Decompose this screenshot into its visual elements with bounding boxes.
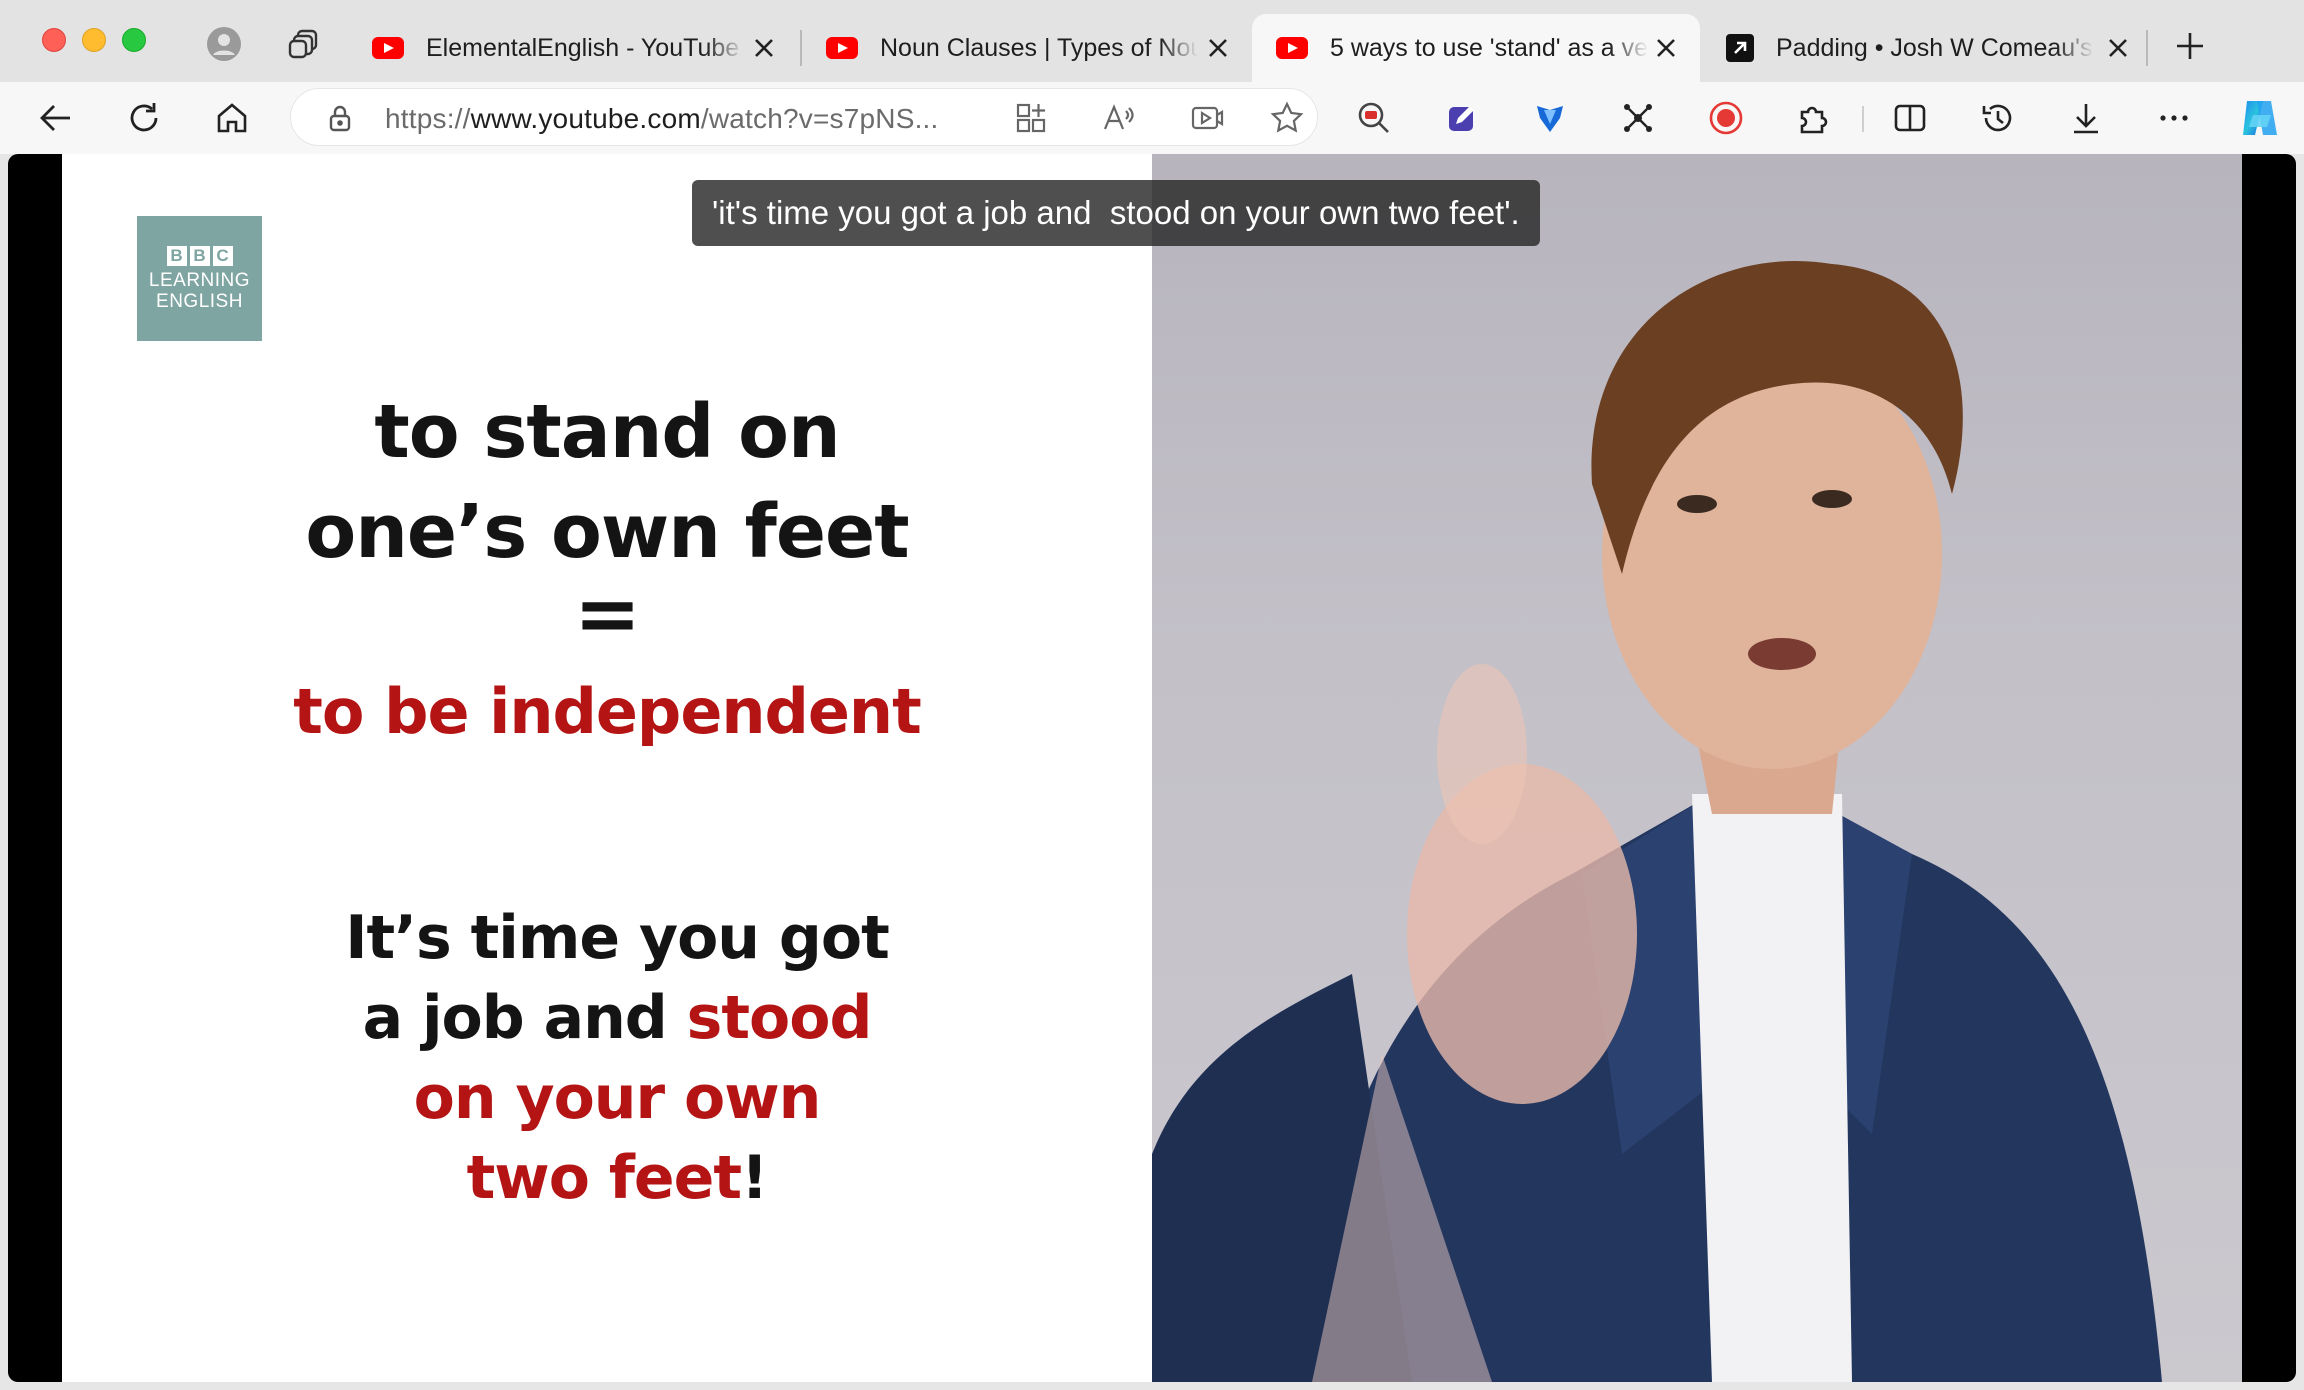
home-icon[interactable] [208, 94, 256, 142]
reload-icon[interactable] [120, 94, 168, 142]
example-punctuation: ! [741, 1143, 768, 1213]
apps-icon[interactable] [1011, 98, 1051, 138]
arrow-link-icon [1726, 34, 1754, 62]
tab-stand-verb[interactable]: 5 ways to use 'stand' as a verb [1252, 14, 1700, 82]
tab-elementalenglish[interactable]: ElementalEnglish - YouTube [348, 14, 798, 82]
closed-caption: 'it's time you got a job and stood on yo… [692, 180, 1540, 246]
window-zoom-button[interactable] [122, 28, 146, 52]
favorite-star-icon[interactable] [1267, 98, 1307, 138]
idiom-phrase: to stand on one’s own feet [62, 382, 1152, 582]
close-tab-icon[interactable] [2104, 34, 2132, 62]
new-tab-button[interactable] [2168, 24, 2212, 68]
close-tab-icon[interactable] [1204, 34, 1232, 62]
downloads-icon[interactable] [2062, 94, 2110, 142]
close-tab-icon[interactable] [1652, 34, 1680, 62]
example-highlight: stood [686, 983, 873, 1053]
idiom-meaning: to be independent [293, 675, 921, 748]
video-icon[interactable] [1187, 98, 1227, 138]
close-tab-icon[interactable] [750, 34, 778, 62]
tab-noun-clauses[interactable]: Noun Clauses | Types of Noun Clauses [802, 14, 1252, 82]
workspaces-icon[interactable] [284, 24, 324, 64]
window-close-button[interactable] [42, 28, 66, 52]
youtube-icon [826, 37, 858, 59]
more-icon[interactable] [2150, 94, 2198, 142]
tab-separator [2146, 30, 2148, 66]
logo-line-1: LEARNING [148, 269, 251, 291]
shield-icon[interactable] [1526, 94, 1574, 142]
example-line-3: on your own [413, 1063, 822, 1133]
browser-toolbar: https://www.youtube.com/watch?v=s7pNS... [0, 82, 2304, 154]
example-highlight: two feet [466, 1143, 742, 1213]
presenter-image [1152, 260, 2162, 1382]
copilot-icon[interactable] [2236, 94, 2284, 142]
example-line-4: two feet! [72, 1138, 1162, 1218]
url-text[interactable]: https://www.youtube.com/watch?v=s7pNS... [385, 103, 939, 135]
profile-icon[interactable] [204, 24, 244, 64]
tab-padding-josh[interactable]: Padding • Josh W Comeau's [1702, 14, 2152, 82]
tab-strip: ElementalEnglish - YouTube Noun Clauses … [0, 0, 2304, 82]
edit-icon[interactable] [1438, 94, 1486, 142]
url-host: www.youtube.com [470, 103, 701, 134]
extensions-icon[interactable] [1790, 94, 1838, 142]
example-text: a job and [362, 983, 687, 1053]
tab-title: 5 ways to use 'stand' as a verb [1330, 33, 1648, 62]
toolbar-divider [1862, 106, 1864, 132]
tab-title: Noun Clauses | Types of Noun Clauses [880, 33, 1198, 62]
youtube-icon [372, 37, 404, 59]
example-line-1: It’s time you got [345, 903, 890, 973]
logo-line-2: ENGLISH [156, 290, 243, 312]
split-screen-icon[interactable] [1886, 94, 1934, 142]
youtube-icon [1276, 37, 1308, 59]
equals-sign: = [573, 567, 641, 660]
presenter-video [1152, 154, 2242, 1382]
idiom-line-1: to stand on [374, 389, 840, 475]
address-bar[interactable]: https://www.youtube.com/watch?v=s7pNS... [290, 88, 1318, 146]
bbc-learning-english-logo: BBC LEARNING ENGLISH [137, 216, 262, 341]
history-icon[interactable] [1974, 94, 2022, 142]
tab-title: ElementalEnglish - YouTube [426, 33, 740, 62]
lock-icon[interactable] [325, 103, 355, 133]
window-minimize-button[interactable] [82, 28, 106, 52]
url-path: /watch?v=s7pNS... [700, 103, 939, 134]
url-scheme: https:// [385, 103, 471, 134]
search-video-icon[interactable] [1350, 94, 1398, 142]
read-aloud-icon[interactable] [1099, 98, 1139, 138]
record-icon[interactable] [1702, 94, 1750, 142]
tab-title: Padding • Josh W Comeau's [1776, 33, 2093, 62]
back-icon[interactable] [32, 94, 80, 142]
lesson-slide: BBC LEARNING ENGLISH to stand on one’s o… [62, 154, 1152, 1382]
example-line-2: a job and stood [72, 978, 1162, 1058]
example-sentence: It’s time you got a job and stood on you… [72, 898, 1162, 1218]
bbc-blocks: BBC [166, 245, 233, 266]
video-player[interactable]: BBC LEARNING ENGLISH to stand on one’s o… [8, 154, 2296, 1382]
network-icon[interactable] [1614, 94, 1662, 142]
